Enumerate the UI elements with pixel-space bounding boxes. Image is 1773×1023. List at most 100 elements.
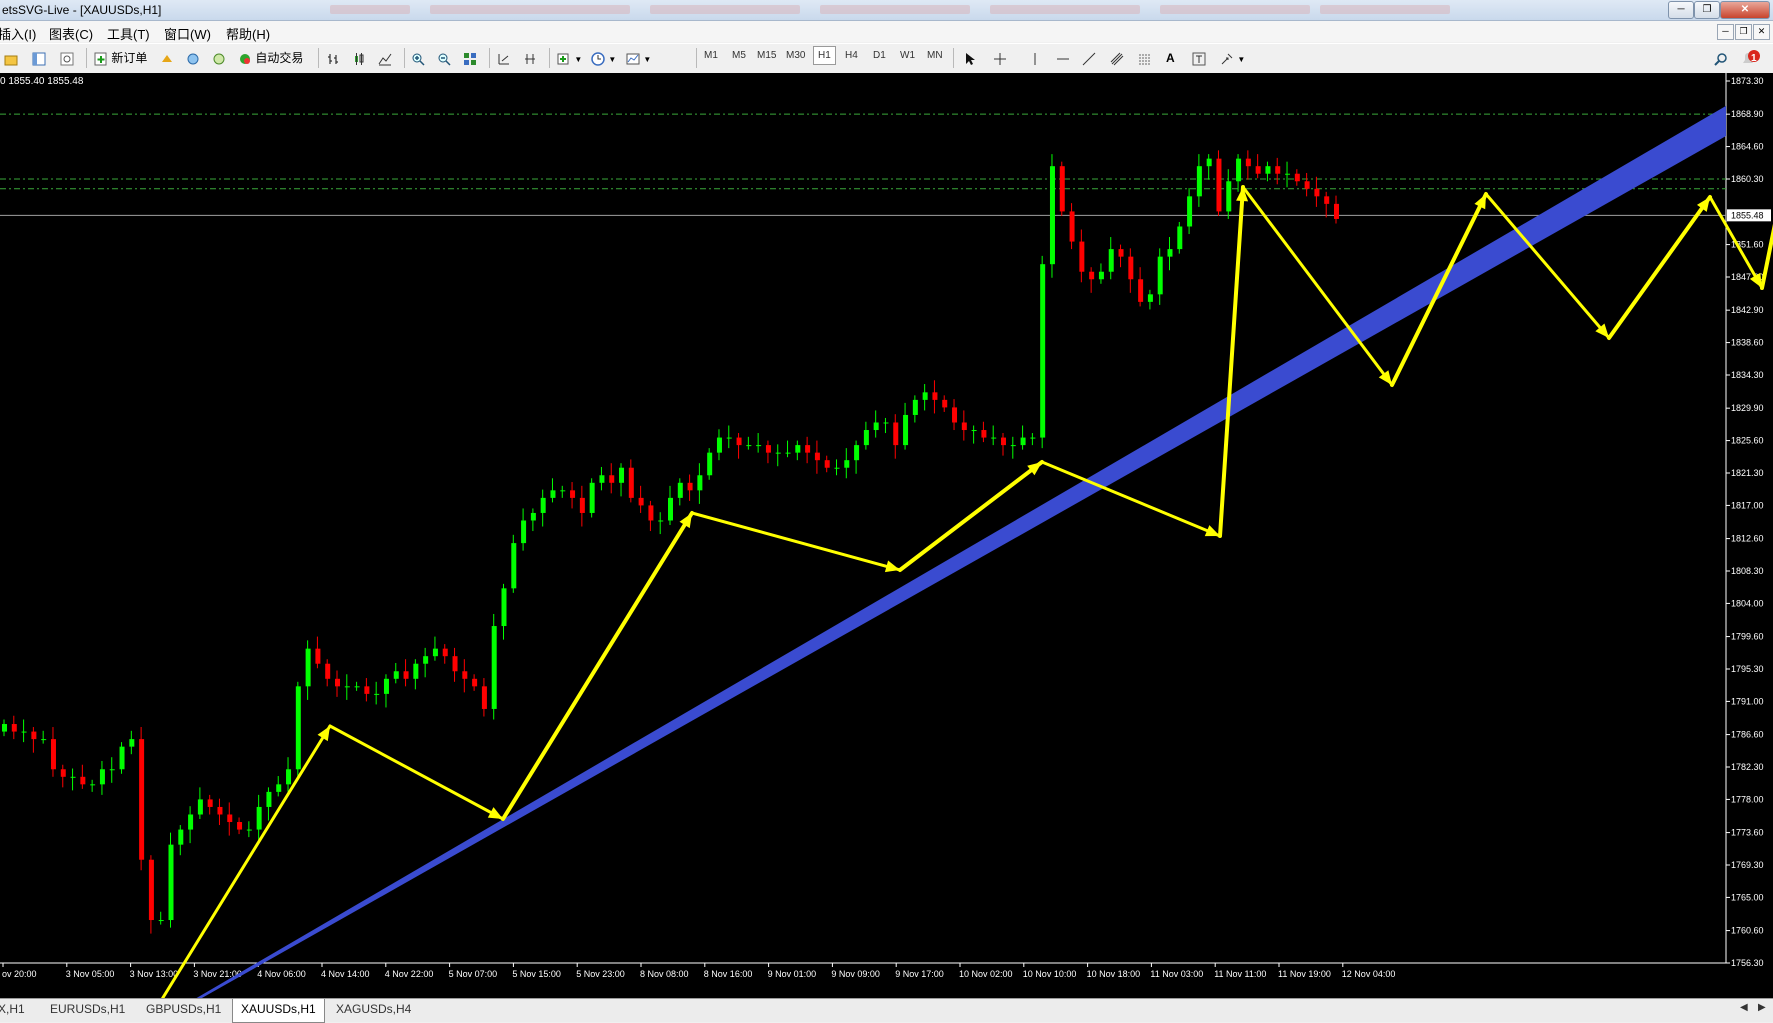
indicators-icon[interactable]: ▼	[557, 48, 582, 68]
toolbar-separator	[549, 48, 550, 68]
meta-editor-icon[interactable]	[160, 48, 174, 68]
timeframe-m1[interactable]: M1	[704, 50, 718, 61]
timeframe-h4[interactable]: H4	[845, 50, 858, 61]
timeframe-m30[interactable]: M30	[786, 50, 805, 61]
horizontal-line-icon[interactable]	[1056, 48, 1070, 68]
tab-gbpusds-h1[interactable]: GBPUSDs,H1	[146, 1002, 221, 1016]
candle-body	[364, 686, 370, 694]
candle-body	[266, 791, 272, 807]
market-watch-icon[interactable]	[32, 48, 46, 68]
crosshair-icon[interactable]	[993, 48, 1007, 68]
candle-body	[560, 490, 566, 492]
terminal-icon[interactable]	[186, 48, 200, 68]
candle-body	[1059, 166, 1065, 212]
candle-body	[227, 814, 233, 823]
candle-body	[1226, 181, 1232, 212]
channel-icon[interactable]	[1110, 48, 1124, 68]
candle-body	[109, 769, 115, 771]
timeframe-d1[interactable]: D1	[873, 50, 886, 61]
minimize-window-button[interactable]: ─	[1668, 1, 1694, 19]
candle-body	[1265, 166, 1271, 174]
candle-body	[638, 497, 644, 506]
notifications-count: 1	[1751, 53, 1757, 64]
restore-window-button[interactable]: ❐	[1694, 1, 1720, 19]
zoom-out-icon[interactable]	[437, 48, 451, 68]
search-icon[interactable]	[1714, 48, 1728, 68]
candle-body	[942, 399, 948, 408]
navigator-icon[interactable]	[60, 48, 74, 68]
line-chart-icon[interactable]	[378, 48, 392, 68]
candlestick-chart-icon[interactable]	[352, 48, 366, 68]
candle-body	[844, 460, 850, 468]
candle-body	[824, 460, 830, 468]
timeframe-mn[interactable]: MN	[927, 50, 943, 61]
chart-shift-icon[interactable]	[523, 48, 537, 68]
time-label: 4 Nov 22:00	[385, 969, 434, 979]
tab-eurusds-h1[interactable]: EURUSDs,H1	[50, 1002, 125, 1016]
candle-body	[295, 686, 301, 770]
candle-body	[1304, 181, 1310, 189]
candle-body	[1294, 173, 1300, 182]
time-label: 4 Nov 06:00	[257, 969, 306, 979]
menu-insert[interactable]: 插入(I)	[0, 24, 36, 43]
arrows-icon[interactable]: ▼	[1220, 48, 1245, 68]
timeframe-h1[interactable]: H1	[813, 46, 836, 65]
cursor-icon[interactable]	[963, 48, 977, 68]
zoom-in-icon[interactable]	[411, 48, 425, 68]
strategy-tester-icon[interactable]	[212, 48, 226, 68]
candle-body	[922, 392, 928, 400]
auto-trading-button[interactable]: 自动交易	[238, 48, 303, 68]
tile-windows-icon[interactable]	[463, 48, 477, 68]
tab-scroll-right-icon[interactable]: ▶	[1758, 1002, 1766, 1013]
trendline-icon[interactable]	[1082, 48, 1096, 68]
text-tool-icon[interactable]: A	[1166, 48, 1175, 68]
mdi-restore-button[interactable]: ❐	[1735, 24, 1752, 40]
timeframe-w1[interactable]: W1	[900, 50, 915, 61]
tab-x-h1[interactable]: X,H1	[0, 1002, 25, 1016]
auto-scroll-icon[interactable]	[497, 48, 511, 68]
tab-scroll-left-icon[interactable]: ◀	[1740, 1002, 1748, 1013]
notifications-icon[interactable]	[1740, 48, 1760, 68]
mdi-close-button[interactable]: ✕	[1753, 24, 1770, 40]
candle-body	[599, 475, 605, 483]
candle-body	[1010, 445, 1016, 447]
zigzag-arrow-line	[690, 511, 902, 572]
menu-window[interactable]: 窗口(W)	[164, 24, 211, 43]
timeframe-m15[interactable]: M15	[757, 50, 776, 61]
candle-body	[1138, 279, 1144, 302]
menu-tools[interactable]: 工具(T)	[107, 24, 150, 43]
close-window-button[interactable]: ✕	[1720, 1, 1770, 19]
tab-xauusds-h1[interactable]: XAUUSDs,H1	[232, 999, 325, 1023]
toolbar-separator	[696, 48, 697, 68]
candle-body	[619, 467, 625, 483]
candle-body	[1001, 437, 1006, 446]
zigzag-arrow-line	[160, 724, 332, 998]
chart-canvas[interactable]: 1873.301868.901864.601860.301851.601847.…	[0, 73, 1773, 998]
fibonacci-icon[interactable]	[1138, 48, 1152, 68]
candle-body	[677, 482, 683, 498]
candle-body	[1167, 249, 1173, 257]
periods-clock-icon[interactable]: ▼	[591, 48, 616, 68]
candle-body	[432, 648, 438, 657]
tab-xagusds-h4[interactable]: XAGUSDs,H4	[336, 1002, 411, 1016]
candle-body	[80, 776, 86, 785]
text-label-icon[interactable]	[1192, 48, 1206, 68]
candle-body	[207, 799, 213, 807]
new-order-button[interactable]: 新订单	[94, 48, 147, 68]
candle-body	[256, 806, 262, 830]
timeframe-m5[interactable]: M5	[732, 50, 746, 61]
price-chart[interactable]: 1873.30 1868.90 1864.60 1860.30 1851.60 1847.…	[0, 73, 1773, 998]
menu-charts[interactable]: 图表(C)	[49, 24, 93, 43]
vertical-line-icon[interactable]	[1028, 48, 1042, 68]
menu-help[interactable]: 帮助(H)	[226, 24, 270, 43]
candle-body	[344, 686, 350, 688]
time-label: 3 Nov 05:00	[66, 969, 115, 979]
bar-chart-icon[interactable]	[326, 48, 340, 68]
templates-icon[interactable]: ▼	[626, 48, 651, 68]
candle-body	[158, 920, 164, 922]
profiles-icon[interactable]	[4, 48, 18, 68]
candle-body	[403, 671, 409, 679]
candle-body	[903, 414, 909, 446]
mdi-minimize-button[interactable]: ─	[1717, 24, 1734, 40]
candle-body	[668, 497, 673, 521]
